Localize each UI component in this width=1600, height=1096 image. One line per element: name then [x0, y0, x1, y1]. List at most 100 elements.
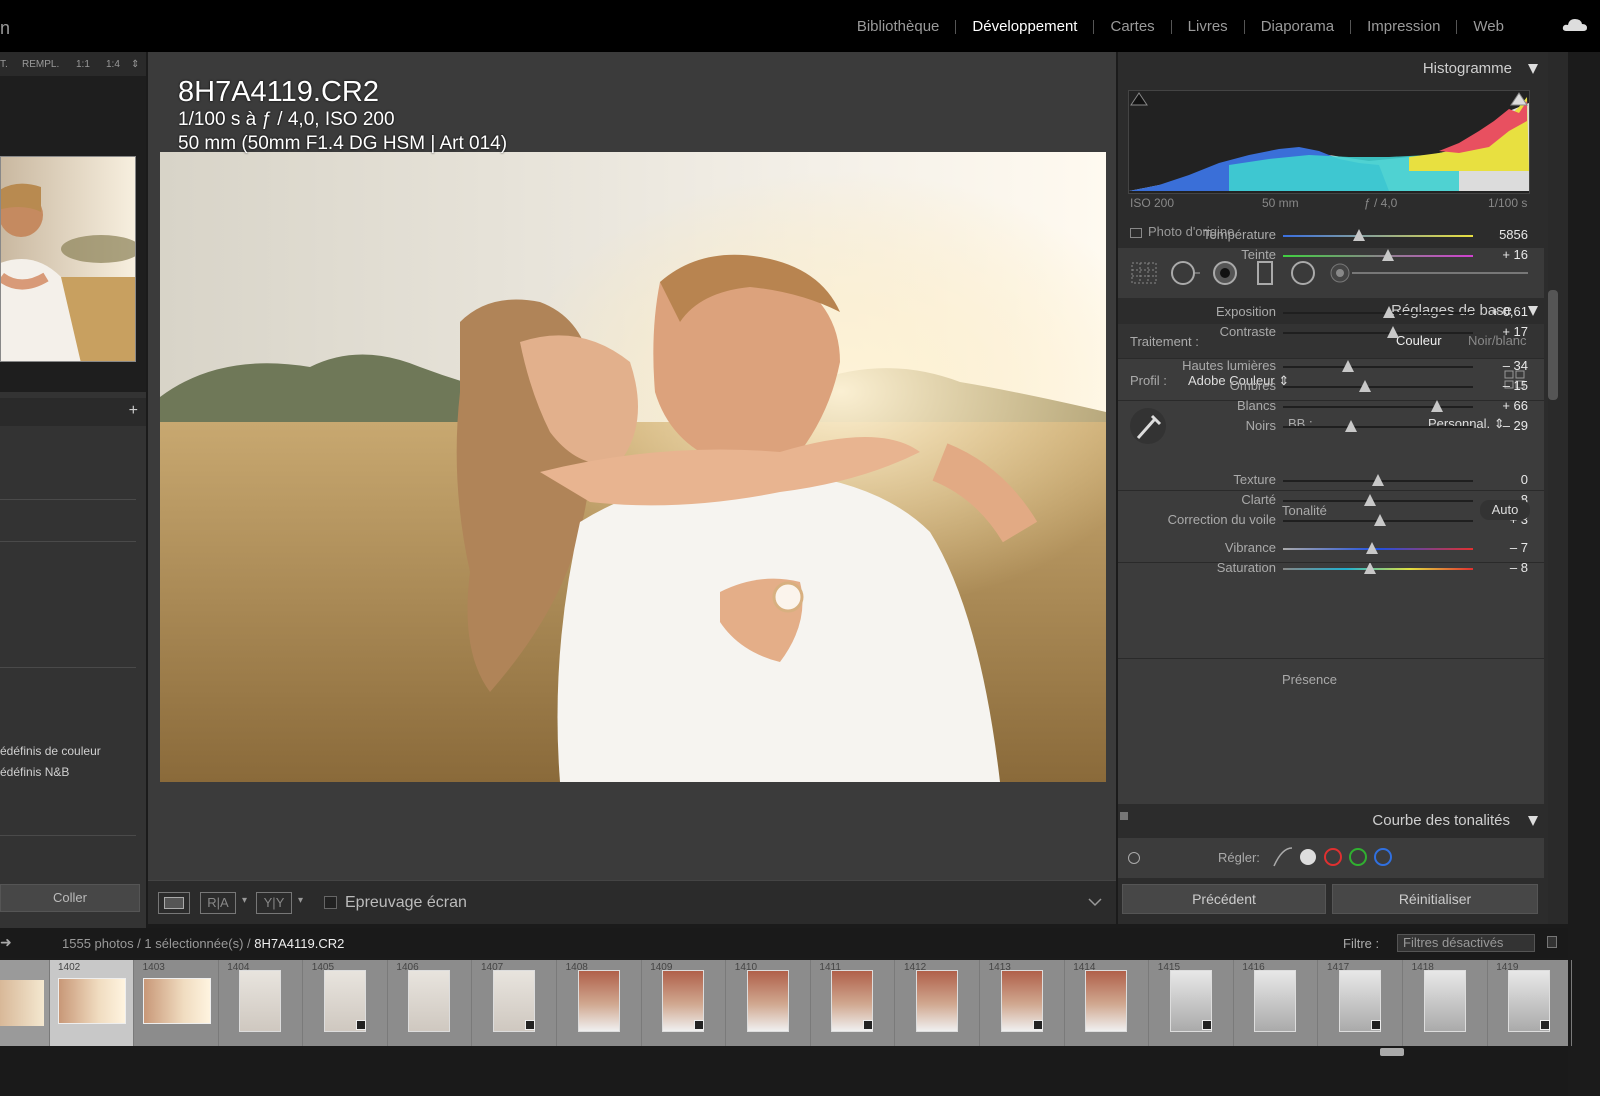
before-after-button[interactable]: R|A	[200, 892, 236, 914]
main-photo[interactable]	[160, 152, 1106, 782]
filmstrip-thumbnail[interactable]	[1423, 970, 1466, 1032]
wb-select[interactable]: Personnal. ⇕	[1428, 416, 1505, 432]
adjustment-brush-slider[interactable]	[1330, 260, 1530, 286]
filmstrip-cell[interactable]: 1409	[642, 960, 727, 1046]
loupe-view-button[interactable]	[158, 892, 190, 914]
auto-tone-button[interactable]: Auto	[1480, 500, 1530, 520]
filmstrip-thumbnail[interactable]	[142, 978, 211, 1024]
filmstrip-cell[interactable]: 1418	[1404, 960, 1488, 1046]
slider-thumb[interactable]	[1430, 400, 1443, 412]
filmstrip-thumbnail[interactable]	[239, 970, 282, 1032]
slider-thumb[interactable]	[1364, 562, 1377, 574]
zoom-1-4[interactable]: 1:4	[106, 59, 120, 70]
slider-value[interactable]: + 17	[1502, 324, 1528, 339]
before-after-dropdown-icon[interactable]: ▾	[242, 895, 247, 906]
slider-value[interactable]: 5856	[1499, 227, 1528, 242]
slider-track[interactable]	[1283, 306, 1473, 318]
filmstrip-cell[interactable]: 1404	[219, 960, 304, 1046]
collapse-icon[interactable]	[1528, 816, 1538, 826]
filmstrip-cell[interactable]: 1405	[304, 960, 388, 1046]
previous-button[interactable]: Précédent	[1122, 884, 1326, 914]
filmstrip-thumbnail[interactable]	[58, 978, 126, 1024]
paste-button[interactable]: Coller	[0, 884, 140, 912]
filmstrip-thumbnail[interactable]	[916, 970, 958, 1032]
original-photo-checkbox[interactable]	[1130, 227, 1142, 238]
slider-thumb[interactable]	[1381, 249, 1394, 261]
filmstrip-thumbnail[interactable]	[1085, 970, 1128, 1032]
photo-canvas[interactable]: 8H7A4119.CR2 1/100 s à ƒ / 4,0, ISO 200 …	[148, 52, 1116, 880]
filmstrip-cell[interactable]: 1416	[1234, 960, 1319, 1046]
filmstrip-thumbnail[interactable]	[1254, 970, 1297, 1032]
spot-removal-icon[interactable]	[1170, 260, 1202, 286]
slider-value[interactable]: + 16	[1502, 247, 1528, 262]
module-tab[interactable]: Développement	[956, 18, 1093, 35]
slider-value[interactable]: – 7	[1510, 540, 1528, 555]
panel-toggle-icon[interactable]	[1120, 812, 1128, 820]
red-eye-icon[interactable]	[1212, 260, 1238, 286]
slider-thumb[interactable]	[1364, 494, 1377, 506]
zoom-1-1[interactable]: 1:1	[76, 59, 90, 70]
add-preset-button[interactable]: +	[129, 402, 138, 420]
histogram-header[interactable]: Histogramme	[1118, 54, 1544, 84]
slider-thumb[interactable]	[1387, 326, 1400, 338]
module-tab[interactable]: Web	[1457, 18, 1520, 35]
preset-group-color[interactable]: édéfinis de couleur	[0, 744, 101, 758]
slider-track[interactable]	[1283, 542, 1473, 554]
right-panel-scrollbar[interactable]	[1548, 52, 1568, 924]
filmstrip-thumbnail[interactable]	[577, 970, 620, 1032]
filmstrip-scroll-thumb[interactable]	[1380, 1048, 1404, 1056]
navigator-thumbnail[interactable]	[0, 156, 136, 362]
slider-thumb[interactable]	[1341, 360, 1354, 372]
slider-thumb[interactable]	[1353, 229, 1365, 241]
slider-thumb[interactable]	[1345, 420, 1358, 432]
module-tab[interactable]: Livres	[1172, 18, 1244, 35]
filmstrip-cell[interactable]	[0, 960, 50, 1046]
compare-button[interactable]: Y|Y	[256, 892, 292, 914]
zoom-stepper-icon[interactable]: ⇕	[131, 59, 139, 70]
filmstrip-thumbnail[interactable]	[746, 970, 789, 1032]
zoom-fit[interactable]: T.	[0, 59, 8, 70]
reset-button[interactable]: Réinitialiser	[1332, 884, 1538, 914]
filmstrip-cell[interactable]: 1417	[1319, 960, 1403, 1046]
filmstrip-cell[interactable]: 1410	[727, 960, 811, 1046]
zoom-fill[interactable]: REMPL.	[22, 59, 59, 70]
slider-track[interactable]	[1283, 494, 1473, 506]
module-tab[interactable]: Bibliothèque	[841, 18, 956, 35]
slider-track[interactable]	[1283, 562, 1473, 574]
filmstrip-cell[interactable]: 1402	[50, 960, 134, 1046]
treatment-color-option[interactable]: Couleur	[1396, 333, 1442, 348]
filmstrip-cell[interactable]: 1414	[1065, 960, 1150, 1046]
slider-thumb[interactable]	[1372, 474, 1384, 486]
slider-track[interactable]	[1283, 380, 1473, 392]
filmstrip-cell[interactable]: 1415	[1150, 960, 1234, 1046]
slider-track[interactable]	[1283, 400, 1473, 412]
slider-track[interactable]	[1283, 326, 1473, 338]
module-tab[interactable]: Diaporama	[1245, 18, 1350, 35]
graduated-filter-icon[interactable]	[1256, 260, 1274, 286]
crop-overlay-icon[interactable]	[1130, 260, 1158, 286]
collapse-icon[interactable]	[1528, 306, 1538, 316]
slider-thumb[interactable]	[1373, 514, 1386, 526]
basic-header[interactable]: Réglages de base	[1118, 296, 1544, 326]
slider-track[interactable]	[1283, 249, 1473, 261]
filmstrip-cell[interactable]: 1419	[1488, 960, 1573, 1046]
tone-curve-header[interactable]: Courbe des tonalités	[1118, 804, 1544, 838]
slider-track[interactable]	[1283, 229, 1473, 241]
module-tab[interactable]: Cartes	[1094, 18, 1170, 35]
preset-group-bw[interactable]: édéfinis N&B	[0, 765, 69, 779]
histogram-chart[interactable]	[1128, 90, 1530, 194]
module-tab[interactable]: Impression	[1351, 18, 1456, 35]
filter-lock-icon[interactable]	[1547, 936, 1557, 948]
filmstrip-thumbnail[interactable]	[408, 970, 451, 1032]
slider-value[interactable]: + 0,61	[1491, 304, 1528, 319]
filmstrip-cell[interactable]: 1407	[473, 960, 557, 1046]
slider-track[interactable]	[1283, 474, 1473, 486]
arrow-right-icon[interactable]: ➜	[0, 934, 12, 951]
wb-eyedropper-icon[interactable]	[1128, 406, 1168, 446]
toolbar-menu-icon[interactable]	[1088, 897, 1102, 907]
navigator-preview[interactable]	[0, 76, 146, 392]
scrollbar-thumb[interactable]	[1548, 290, 1558, 400]
radial-filter-icon[interactable]	[1290, 260, 1316, 286]
slider-track[interactable]	[1283, 514, 1473, 526]
curve-channel-selector[interactable]	[1272, 846, 1392, 868]
